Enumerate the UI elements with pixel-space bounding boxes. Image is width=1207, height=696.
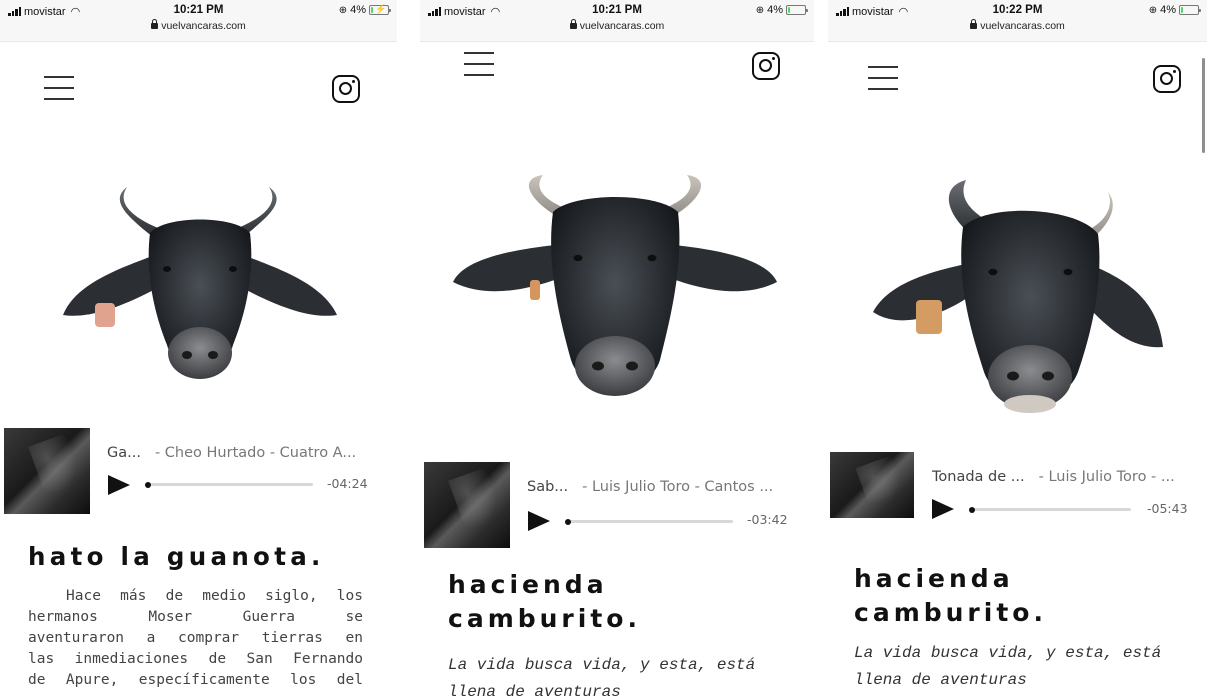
progress-knob[interactable] xyxy=(969,506,975,513)
status-bar: movistar ◠ 10:21 PM vuelvancaras.com ⊕ 4… xyxy=(420,0,814,42)
orientation-lock-icon: ⊕ xyxy=(338,4,348,16)
status-bar: movistar ◠ 10:22 PM vuelvancaras.com ⊕ 4… xyxy=(828,0,1207,42)
track-info: Sab... - Luis Julio Toro - Cantos ... xyxy=(527,479,774,495)
phone-screen-hacienda-camburito-1: movistar ◠ 10:21 PM vuelvancaras.com ⊕ 4… xyxy=(420,0,814,696)
intro-paragraph: Hace más de medio siglo, los hermanos Mo… xyxy=(28,588,363,688)
intro-paragraph: La vida busca vida, y esta, está llena d… xyxy=(854,644,1162,689)
address-bar[interactable]: vuelvancaras.com xyxy=(828,19,1207,32)
scrollbar[interactable] xyxy=(1202,58,1205,153)
lock-icon xyxy=(569,19,577,29)
battery: ⊕ 4% xyxy=(1148,4,1201,16)
battery-icon xyxy=(786,5,808,15)
phone-screen-hato-la-guanota: movistar ◠ 10:21 PM vuelvancaras.com ⊕ 4… xyxy=(0,0,397,696)
track-info: Ga... - Cheo Hurtado - Cuatro A... xyxy=(107,445,357,461)
orientation-lock-icon: ⊕ xyxy=(755,4,765,16)
instagram-icon[interactable] xyxy=(1153,65,1181,93)
address-bar[interactable]: vuelvancaras.com xyxy=(420,19,814,32)
buffalo-head-image xyxy=(63,187,337,379)
audio-player: Tonada de ... - Luis Julio Toro - ... -05… xyxy=(830,452,1207,542)
audio-player: Sab... - Luis Julio Toro - Cantos ... -03… xyxy=(424,462,814,552)
album-cover xyxy=(830,452,914,518)
instagram-icon[interactable] xyxy=(752,52,780,80)
page-title: hato la guanota. xyxy=(28,542,325,571)
battery-icon: ⚡ xyxy=(369,4,391,15)
track-info: Tonada de ... - Luis Julio Toro - ... xyxy=(932,469,1175,485)
lock-icon xyxy=(151,19,159,29)
intro-paragraph: La vida busca vida, y esta, está llena d… xyxy=(448,656,756,696)
play-icon[interactable] xyxy=(528,511,550,531)
progress-bar[interactable] xyxy=(565,518,733,525)
album-cover xyxy=(424,462,510,548)
progress-knob[interactable] xyxy=(145,481,151,488)
progress-knob[interactable] xyxy=(565,518,571,525)
page-title: hacienda camburito. xyxy=(854,564,1047,627)
album-cover xyxy=(4,428,90,514)
address-bar[interactable]: vuelvancaras.com xyxy=(0,19,397,32)
hamburger-menu-icon[interactable] xyxy=(464,52,494,76)
instagram-icon[interactable] xyxy=(332,75,360,103)
time-remaining: -03:42 xyxy=(747,512,788,527)
phone-screen-hacienda-camburito-2: movistar ◠ 10:22 PM vuelvancaras.com ⊕ 4… xyxy=(828,0,1207,696)
battery: ⊕ 4% ⚡ xyxy=(338,4,391,16)
play-icon[interactable] xyxy=(108,475,130,495)
status-time: 10:21 PM xyxy=(173,4,224,16)
lock-icon xyxy=(970,19,978,29)
audio-player: Ga... - Cheo Hurtado - Cuatro A... -04:24 xyxy=(4,428,397,518)
battery-icon xyxy=(1179,5,1201,15)
hamburger-menu-icon[interactable] xyxy=(868,66,898,90)
status-bar: movistar ◠ 10:21 PM vuelvancaras.com ⊕ 4… xyxy=(0,0,397,42)
progress-bar[interactable] xyxy=(145,481,313,488)
buffalo-head-image xyxy=(873,180,1163,413)
time-remaining: -05:43 xyxy=(1147,501,1188,516)
time-remaining: -04:24 xyxy=(327,476,368,491)
orientation-lock-icon: ⊕ xyxy=(1148,4,1158,16)
play-icon[interactable] xyxy=(932,499,954,519)
battery: ⊕ 4% xyxy=(755,4,808,16)
buffalo-head-image xyxy=(453,175,777,396)
progress-bar[interactable] xyxy=(969,506,1131,513)
hamburger-menu-icon[interactable] xyxy=(44,76,74,100)
page-title: hacienda camburito. xyxy=(448,570,641,633)
